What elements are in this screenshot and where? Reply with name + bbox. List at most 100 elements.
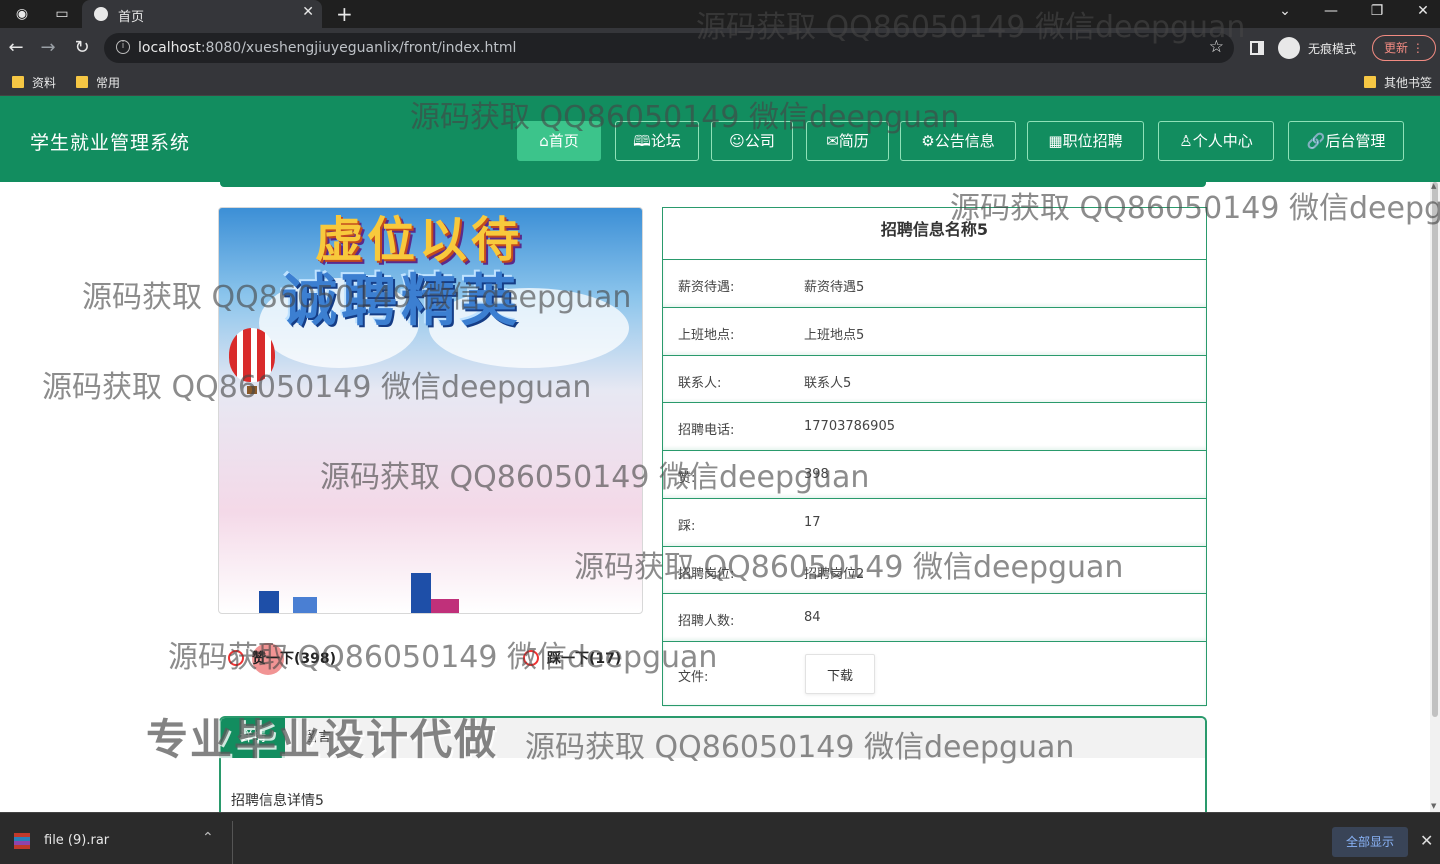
job-poster-image: 虚位以待 诚聘精英 (218, 207, 643, 614)
info-row: 招聘岗位: 招聘岗位2 (663, 545, 1206, 594)
watermark-large: 专业毕业设计代做 (146, 715, 499, 764)
tab-close-icon[interactable]: ✕ (302, 4, 314, 20)
info-row: 薪资待遇: 薪资待遇5 (663, 259, 1206, 307)
bookmarks-bar: 资料 常用 其他书签 (0, 68, 1440, 96)
window-close-icon[interactable]: ✕ (1408, 3, 1438, 19)
bookmark-folder-changyong[interactable]: 常用 (76, 74, 120, 91)
tab-search-icon[interactable]: ▭ (54, 6, 70, 22)
poster-line2: 诚聘精英 (281, 269, 521, 334)
like-icon (228, 650, 244, 666)
forward-icon[interactable]: → (38, 38, 58, 58)
download-file-name[interactable]: file (9).rar (44, 833, 109, 848)
info-row: 招聘人数: 84 (663, 593, 1206, 641)
info-value: 上班地点5 (804, 327, 865, 343)
other-bookmarks[interactable]: 其他书签 (1364, 74, 1432, 91)
bookmark-folder-ziliao[interactable]: 资料 (12, 74, 56, 91)
nav-label: 个人中心 (1192, 132, 1253, 150)
nav-label: 简历 (838, 132, 869, 150)
info-value: 联系人5 (804, 375, 852, 391)
nav-item-button[interactable]: ♙个人中心 (1158, 121, 1274, 161)
incognito-label[interactable]: 无痕模式 (1308, 40, 1356, 57)
back-icon[interactable]: ← (6, 38, 26, 58)
dislike-button[interactable]: 踩一下(17) (523, 648, 621, 668)
browser-tab[interactable]: 首页 ✕ (82, 0, 322, 28)
nav-home-button[interactable]: ⌂首页 (517, 121, 601, 161)
book-icon: 🕮 (633, 132, 651, 150)
info-key: 赞: (678, 471, 696, 486)
nav-item-button[interactable]: 🔗后台管理 (1288, 121, 1404, 161)
folder-icon (1364, 76, 1376, 88)
info-key: 招聘人数: (678, 614, 735, 630)
info-value: 398 (804, 467, 829, 482)
site-title: 学生就业管理系统 (30, 132, 191, 154)
info-row: 赞: 398 (663, 450, 1206, 498)
close-downloads-icon[interactable]: ✕ (1420, 831, 1433, 850)
other-bookmarks-label: 其他书签 (1384, 76, 1433, 90)
nav-item-button[interactable]: ✉简历 (806, 121, 889, 161)
address-toolbar: ← → ↻ i localhost:8080/xueshengjiuyeguan… (0, 28, 1440, 68)
tab-list-chevron-icon[interactable]: ⌄ (1270, 3, 1300, 19)
nav-label: 公司 (744, 132, 775, 150)
folder-icon (12, 76, 24, 88)
info-key: 招聘岗位: (678, 566, 735, 582)
info-row: 上班地点: 上班地点5 (663, 306, 1206, 355)
info-row: 联系人: 联系人5 (663, 354, 1206, 403)
bookmark-label: 常用 (96, 76, 121, 90)
download-button[interactable]: 下载 (805, 654, 875, 694)
like-button[interactable]: 赞一下(398) (228, 648, 336, 668)
grid-icon: ▦ (1048, 132, 1063, 150)
job-info-card: 招聘信息名称5 薪资待遇: 薪资待遇5 上班地点: 上班地点5 联系人: 联系人5 招聘电话… (662, 207, 1207, 706)
show-all-button[interactable]: 全部显示 (1332, 827, 1408, 857)
nav-item-button[interactable]: ⚙公告信息 (900, 121, 1016, 161)
mail-icon: ✉ (826, 132, 839, 150)
info-key: 联系人: (678, 375, 722, 391)
bookmark-star-icon[interactable]: ☆ (1209, 37, 1224, 57)
info-value: 薪资待遇5 (804, 280, 865, 295)
chevron-up-icon[interactable]: ⌃ (202, 830, 214, 846)
minimize-icon[interactable]: — (1316, 3, 1346, 19)
new-tab-icon[interactable]: + (336, 2, 353, 26)
site-header: 学生就业管理系统 ⌂首页 🕮论坛 ☺公司 ✉简历 ⚙公告信息 ▦职位招聘 ♙个人中心 🔗后台管… (0, 96, 1440, 182)
browser-tab-bar: ◉ ▭ 首页 ✕ + ⌄ — ❐ ✕ (0, 0, 1440, 28)
info-value: 17 (804, 514, 821, 530)
url-input[interactable]: i localhost:8080/xueshengjiuyeguanlix/fr… (104, 33, 1234, 63)
link-icon: 🔗 (1306, 132, 1326, 150)
info-key: 上班地点: (678, 327, 735, 343)
dislike-label: 踩一下(17) (547, 651, 622, 667)
downloads-bar: file (9).rar ⌃ 全部显示 ✕ (0, 812, 1440, 864)
rar-file-icon (14, 833, 30, 849)
url-path: :8080/xueshengjiuyeguanlix/front/index.h… (200, 40, 517, 56)
update-button[interactable]: 更新 ⋮ (1372, 35, 1436, 61)
nav-item-button[interactable]: 🕮论坛 (615, 121, 699, 161)
bookmark-label: 资料 (32, 76, 57, 90)
site-info-icon[interactable]: i (116, 40, 130, 54)
folder-icon (76, 76, 88, 88)
smile-icon: ☺ (729, 132, 745, 150)
incognito-icon[interactable] (1278, 37, 1300, 59)
nav-label: 公告信息 (934, 132, 995, 150)
scrollbar-thumb[interactable] (1432, 182, 1438, 717)
file-label: 文件: (678, 670, 709, 685)
user-icon: ♙ (1179, 132, 1193, 150)
nav-item-button[interactable]: ▦职位招聘 (1027, 121, 1144, 161)
nav-label: 首页 (548, 132, 579, 150)
file-row: 文件: 下载 (663, 641, 1206, 707)
gears-icon: ⚙ (921, 132, 935, 150)
reload-icon[interactable]: ↻ (72, 38, 92, 58)
restore-icon[interactable]: ❐ (1362, 3, 1392, 19)
nav-label: 职位招聘 (1062, 132, 1123, 150)
nav-item-button[interactable]: ☺公司 (711, 121, 793, 161)
side-panel-icon[interactable] (1250, 41, 1264, 55)
info-value: 17703786905 (804, 419, 895, 435)
browser-globe-icon[interactable]: ◉ (14, 6, 30, 22)
detail-text: 招聘信息详情5 (231, 793, 324, 809)
nav-label: 论坛 (650, 132, 681, 150)
info-key: 踩: (678, 518, 696, 534)
tab-title: 首页 (118, 10, 145, 25)
info-row: 招聘电话: 17703786905 (663, 402, 1206, 450)
page-scrollbar[interactable]: ▲ ▼ (1430, 182, 1440, 812)
nav-label: 后台管理 (1325, 132, 1386, 150)
home-icon: ⌂ (539, 132, 549, 150)
balloon-icon (229, 328, 275, 382)
like-label: 赞一下(398) (252, 651, 337, 667)
